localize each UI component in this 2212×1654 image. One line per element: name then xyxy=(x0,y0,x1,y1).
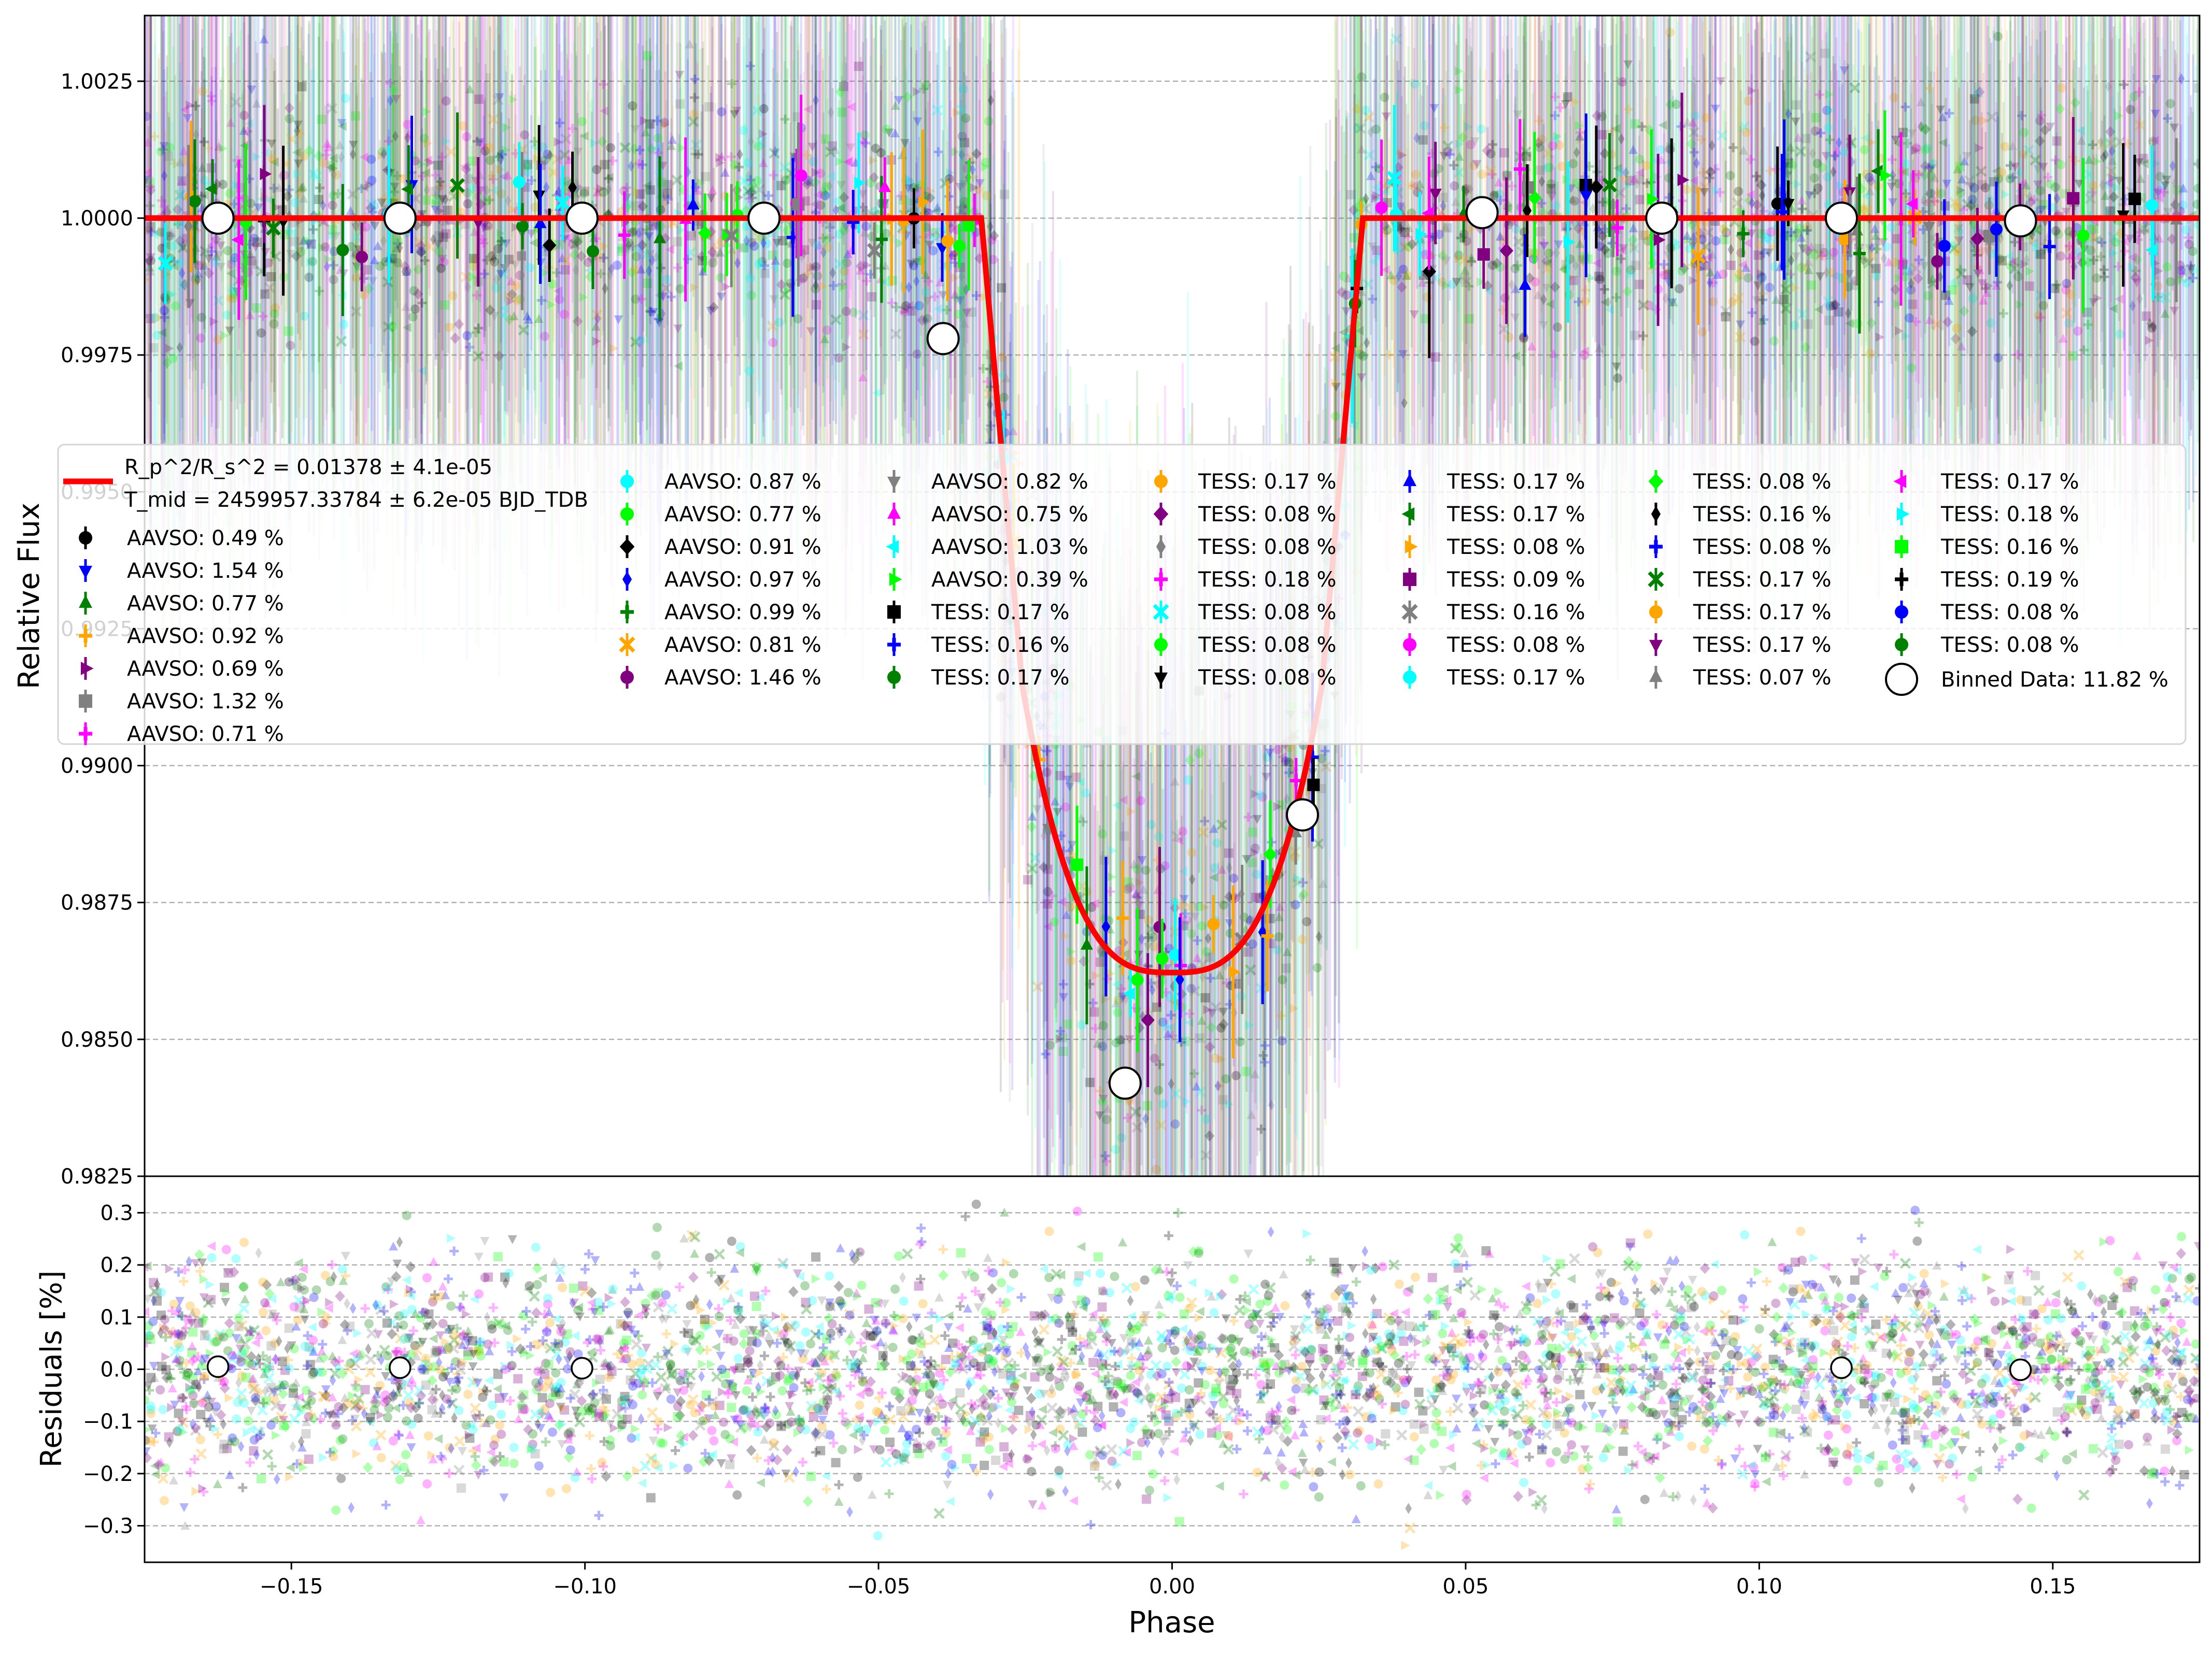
flux-point xyxy=(525,263,535,273)
flux-point xyxy=(1726,261,1736,270)
figure: 0.98250.98500.98750.99000.99250.99500.99… xyxy=(0,0,2212,1654)
flux-point xyxy=(1817,163,1827,173)
flux-point xyxy=(1864,173,1874,182)
flux-point xyxy=(339,320,349,330)
flux-point xyxy=(520,130,530,140)
flux-point xyxy=(559,309,569,319)
flux-point xyxy=(1055,771,1065,780)
flux-point xyxy=(283,326,293,336)
flux-point xyxy=(1061,802,1071,812)
flux-point xyxy=(2142,311,2151,321)
